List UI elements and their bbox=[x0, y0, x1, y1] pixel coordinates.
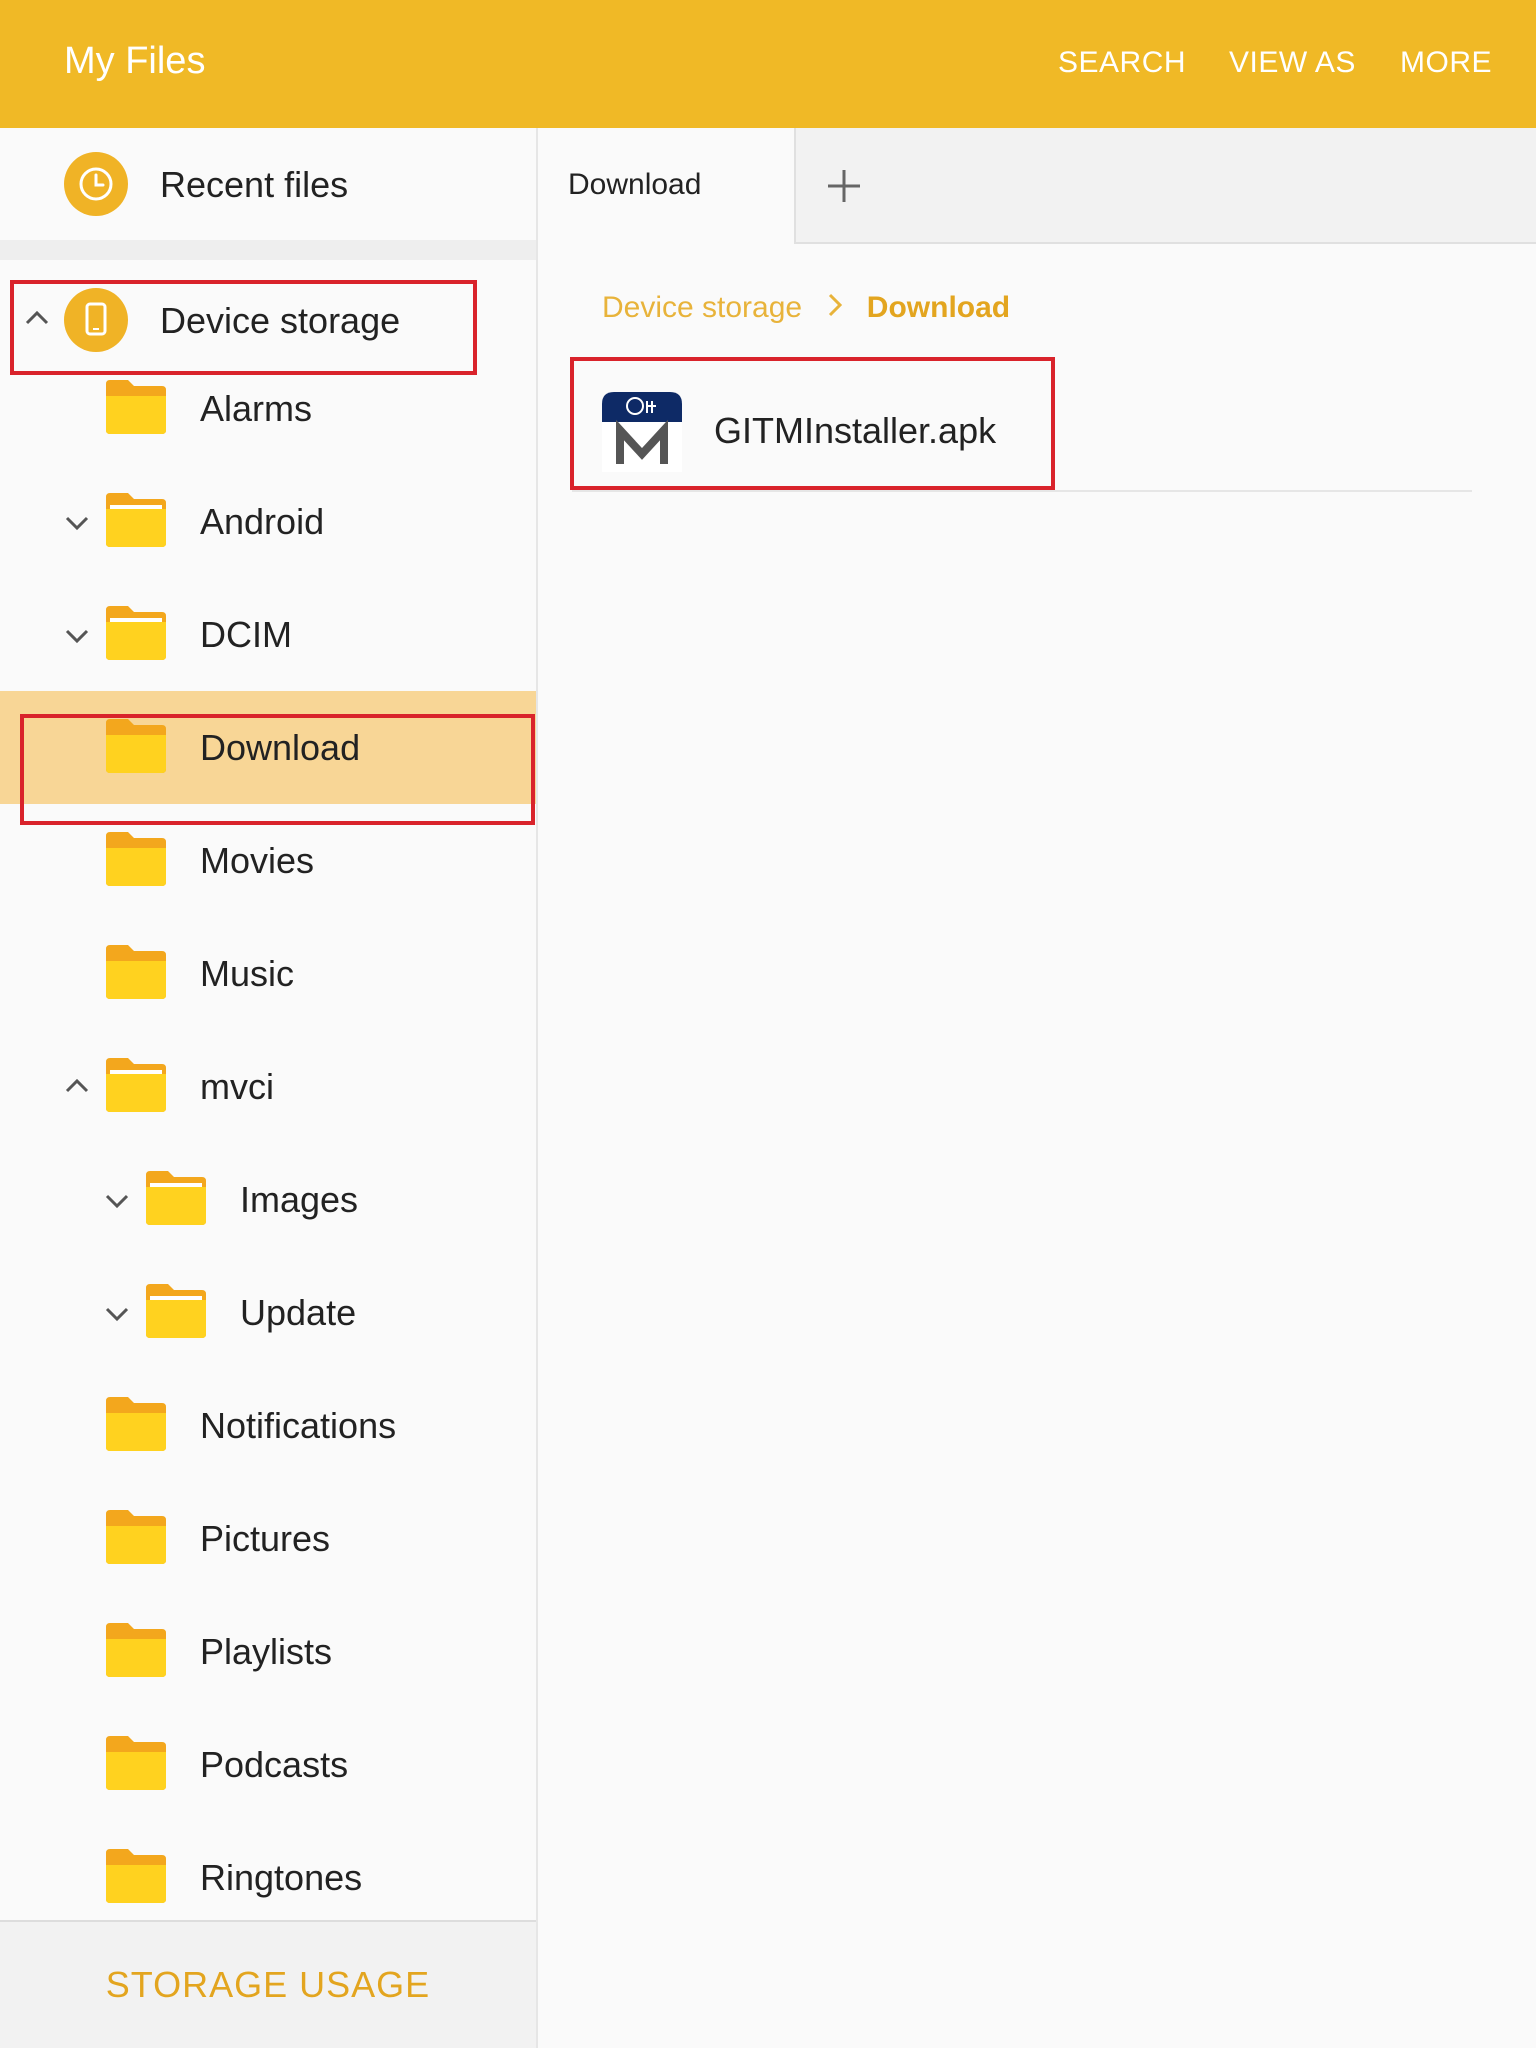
sidebar-folder-notifications[interactable]: Notifications bbox=[0, 1369, 536, 1482]
folder-label: Ringtones bbox=[200, 1857, 363, 1898]
folder-label: Playlists bbox=[200, 1631, 333, 1672]
sidebar-folder-update[interactable]: Update bbox=[0, 1256, 536, 1369]
folder-label: Images bbox=[240, 1179, 359, 1220]
folder-label: Music bbox=[200, 953, 295, 994]
folder-label: Movies bbox=[200, 840, 315, 881]
folder-icon bbox=[146, 1171, 206, 1225]
folder-label: Podcasts bbox=[200, 1744, 349, 1785]
folder-icon bbox=[106, 1623, 166, 1677]
recent-files-label: Recent files bbox=[160, 164, 349, 205]
breadcrumb-download: Download bbox=[866, 291, 1011, 324]
folder-label: Alarms bbox=[200, 388, 313, 429]
tab-bar: Download bbox=[538, 128, 1536, 244]
sidebar-folder-android[interactable]: Android bbox=[0, 465, 536, 578]
sidebar-folder-music[interactable]: Music bbox=[0, 917, 536, 1030]
storage-usage-button[interactable]: STORAGE USAGE bbox=[0, 1920, 536, 2048]
highlight-box-device-storage bbox=[10, 280, 477, 375]
folder-icon bbox=[106, 1510, 166, 1564]
app-bar: My Files SEARCH VIEW AS MORE bbox=[0, 0, 1536, 128]
tab-download-label: Download bbox=[568, 168, 702, 201]
folder-label: Pictures bbox=[200, 1518, 331, 1559]
sidebar-folder-podcasts[interactable]: Podcasts bbox=[0, 1708, 536, 1821]
sidebar-folder-pictures[interactable]: Pictures bbox=[0, 1482, 536, 1595]
folder-icon bbox=[106, 1736, 166, 1790]
sidebar-item-recent-files[interactable]: Recent files bbox=[0, 128, 536, 240]
chevron-right-icon bbox=[829, 293, 843, 317]
folder-icon bbox=[106, 1849, 166, 1903]
tab-download[interactable]: Download bbox=[538, 128, 796, 244]
folder-icon bbox=[106, 606, 166, 660]
folder-icon bbox=[106, 493, 166, 547]
app-title: My Files bbox=[64, 40, 206, 82]
view-as-button[interactable]: VIEW AS bbox=[1229, 46, 1356, 80]
clock-icon bbox=[64, 152, 128, 216]
sidebar: Recent files Device storage Alarms Androi… bbox=[0, 128, 538, 2048]
breadcrumb-device-storage[interactable]: Device storage bbox=[602, 291, 802, 324]
storage-usage-label: STORAGE USAGE bbox=[105, 1964, 431, 2005]
folder-icon bbox=[106, 380, 166, 434]
folder-icon bbox=[106, 832, 166, 886]
breadcrumb: Device storage Download bbox=[602, 290, 1010, 325]
chevron-down-icon[interactable] bbox=[102, 1298, 132, 1328]
chevron-down-icon[interactable] bbox=[62, 620, 92, 650]
plus-icon[interactable] bbox=[824, 166, 864, 206]
folder-icon bbox=[146, 1284, 206, 1338]
chevron-down-icon[interactable] bbox=[102, 1185, 132, 1215]
folder-label: Update bbox=[240, 1292, 357, 1333]
sidebar-folder-playlists[interactable]: Playlists bbox=[0, 1595, 536, 1708]
sidebar-folder-dcim[interactable]: DCIM bbox=[0, 578, 536, 691]
sidebar-folder-mvci[interactable]: mvci bbox=[0, 1030, 536, 1143]
search-button[interactable]: SEARCH bbox=[1058, 46, 1186, 80]
chevron-up-icon[interactable] bbox=[62, 1072, 92, 1102]
highlight-box-apk-file bbox=[570, 357, 1055, 490]
chevron-down-icon[interactable] bbox=[62, 507, 92, 537]
folder-label: Notifications bbox=[200, 1405, 397, 1446]
more-button[interactable]: MORE bbox=[1400, 46, 1492, 80]
folder-label: mvci bbox=[200, 1066, 274, 1107]
highlight-box-download-folder bbox=[20, 714, 535, 825]
folder-label: Android bbox=[200, 501, 325, 542]
divider bbox=[0, 240, 536, 260]
sidebar-folder-images[interactable]: Images bbox=[0, 1143, 536, 1256]
folder-icon bbox=[106, 1058, 166, 1112]
folder-label: DCIM bbox=[200, 614, 292, 655]
folder-icon bbox=[106, 1397, 166, 1451]
sidebar-folder-ringtones[interactable]: Ringtones bbox=[0, 1821, 536, 1934]
folder-icon bbox=[106, 945, 166, 999]
